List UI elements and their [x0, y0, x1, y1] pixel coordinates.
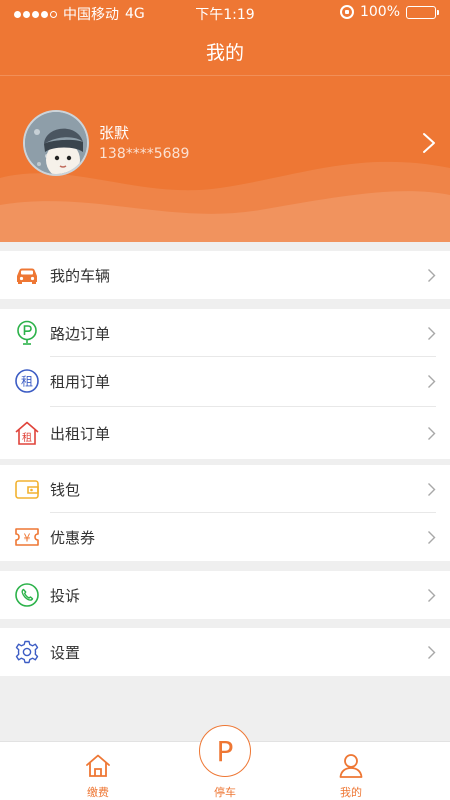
menu-label-settings: 设置 [50, 644, 81, 662]
menu-item-rental-orders[interactable]: 租 租用订单 [0, 357, 450, 405]
user-name: 张默 [99, 124, 130, 142]
coupon-icon: ¥ [15, 528, 39, 546]
chevron-right-icon [428, 427, 436, 440]
menu-label-coupons: 优惠券 [50, 529, 96, 547]
chevron-right-icon [428, 375, 436, 388]
tab-label-parking: 停车 [214, 786, 236, 799]
menu-item-my-vehicles[interactable]: 我的车辆 [0, 251, 450, 299]
menu-group-complaint: 投诉 [0, 571, 450, 619]
menu-label-lease-out-orders: 出租订单 [50, 425, 111, 443]
page-title: 我的 [205, 42, 244, 64]
avatar[interactable] [23, 110, 89, 176]
chevron-right-icon [428, 589, 436, 602]
rent-house-icon: 租 [15, 421, 39, 445]
chevron-right-icon [428, 483, 436, 496]
menu-label-rental-orders: 租用订单 [50, 373, 111, 391]
divider [50, 406, 436, 407]
svg-text:¥: ¥ [24, 532, 31, 545]
parking-sign-icon [17, 320, 37, 345]
tab-label-mine: 我的 [340, 786, 362, 799]
parking-tab-button[interactable]: P [199, 725, 251, 777]
user-phone: 138****5689 [99, 146, 190, 162]
menu-group-vehicles: 我的车辆 [0, 251, 450, 299]
menu-item-wallet[interactable]: 钱包 [0, 465, 450, 513]
chevron-right-icon [428, 269, 436, 282]
chevron-right-icon[interactable] [422, 132, 436, 154]
home-icon [86, 754, 110, 777]
svg-text:租: 租 [22, 431, 32, 444]
menu-label-roadside-orders: 路边订单 [50, 325, 111, 343]
chevron-right-icon [428, 646, 436, 659]
profile-card[interactable]: 张默 138****5689 [0, 100, 450, 190]
menu-item-roadside-orders[interactable]: 路边订单 [0, 309, 450, 357]
tab-mine[interactable]: 我的 [306, 742, 396, 800]
user-icon [339, 754, 363, 778]
chevron-right-icon [428, 327, 436, 340]
nav-bar: 我的 [0, 26, 450, 76]
menu-item-settings[interactable]: 设置 [0, 628, 450, 676]
rent-circle-icon: 租 [15, 369, 39, 393]
battery-percent: 100% [359, 4, 400, 20]
car-icon [17, 268, 37, 284]
chevron-right-icon [428, 531, 436, 544]
status-bar: 中国移动 4G 下午1:19 100% [0, 0, 450, 26]
menu-item-coupons[interactable]: ¥ 优惠券 [0, 513, 450, 561]
menu-group-orders: 路边订单 租 租用订单 租 出租订单 [0, 309, 450, 459]
header-area: 中国移动 4G 下午1:19 100% 我的 张默 138****5689 [0, 0, 450, 242]
menu-group-wallet: 钱包 ¥ 优惠券 [0, 465, 450, 561]
rotation-lock-icon [339, 5, 354, 19]
tab-pay[interactable]: 缴费 [53, 742, 143, 800]
tab-label-pay: 缴费 [87, 786, 109, 799]
menu-item-complaint[interactable]: 投诉 [0, 571, 450, 619]
menu-item-lease-out-orders[interactable]: 租 出租订单 [0, 409, 450, 457]
bottom-tab-bar: 缴费 P 停车 我的 [0, 725, 450, 800]
battery-icon [406, 5, 439, 19]
phone-icon [15, 583, 39, 607]
menu-group-settings: 设置 [0, 628, 450, 676]
parking-p-icon: P [216, 734, 234, 768]
menu-label-complaint: 投诉 [50, 587, 81, 605]
wallet-icon [15, 480, 39, 499]
gear-icon [15, 640, 39, 664]
svg-text:租: 租 [21, 375, 33, 389]
menu-label-my-vehicles: 我的车辆 [50, 267, 111, 285]
menu-label-wallet: 钱包 [50, 481, 81, 499]
